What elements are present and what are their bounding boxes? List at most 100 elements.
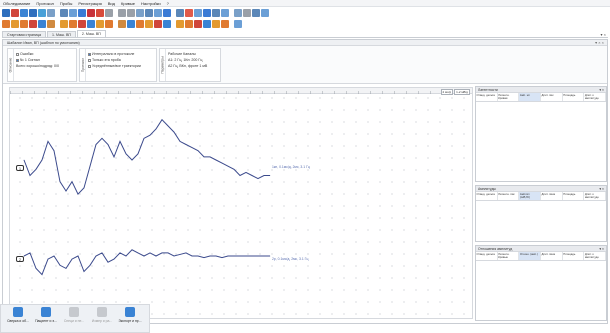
curve-tool-icon[interactable] (194, 20, 202, 28)
toolbar-tool-icon[interactable] (163, 9, 171, 17)
curve-tool-icon[interactable] (69, 20, 77, 28)
curve-tool-icon[interactable] (105, 20, 113, 28)
nav-button[interactable]: Специ и пе... (61, 307, 87, 331)
toolbar-tool-icon[interactable] (194, 9, 202, 17)
toolbar-tool-icon[interactable] (127, 9, 135, 17)
curve-tool-icon[interactable] (118, 20, 126, 28)
window-controls[interactable]: ▾ × × (595, 40, 604, 45)
column-header[interactable]: Длит. пика (541, 192, 563, 200)
column-header[interactable]: Площадь (563, 252, 585, 260)
menu-item[interactable]: Настройки (141, 1, 161, 6)
column-header[interactable]: Амп. нп (519, 93, 542, 101)
curve-tool-icon[interactable] (176, 20, 184, 28)
column-header[interactable]: Длит. пик (541, 93, 563, 101)
panel-controls[interactable]: ▾ × (599, 88, 604, 92)
integral-checkbox[interactable]: Интегрально в протоколе (88, 52, 134, 56)
menu-item[interactable]: Обследование (3, 1, 30, 6)
this-probe-checkbox[interactable]: Только эта проба (88, 58, 121, 62)
column-header[interactable]: Длит. пика (541, 252, 563, 260)
column-header[interactable]: Латентн. Кривая (498, 93, 520, 101)
column-header[interactable]: Площадь (563, 192, 585, 200)
nav-button[interactable]: Измер и ра... (89, 307, 115, 331)
document-tab[interactable]: Стартовая страница (2, 31, 47, 37)
nav-button[interactable]: Пациент и э... (33, 307, 59, 331)
toolbar-tool-icon[interactable] (234, 9, 242, 17)
toolbar-tool-icon[interactable] (212, 9, 220, 17)
menu-item[interactable]: Протокол (36, 1, 54, 6)
toolbar-tool-icon[interactable] (185, 9, 193, 17)
toolbar-tool-icon[interactable] (154, 9, 162, 17)
column-header[interactable]: Амплит. (пкB,Ю) (519, 192, 542, 200)
nav-button[interactable]: Сверка и об... (5, 307, 31, 331)
toolbar-tool-icon[interactable] (78, 9, 86, 17)
trace-2-line[interactable] (23, 249, 270, 276)
document-tab[interactable]: 2. Маш. ВП (76, 30, 106, 37)
curve-tool-icon[interactable] (60, 20, 68, 28)
toolbar-tool-icon[interactable] (203, 9, 211, 17)
toolbar-tool-icon[interactable] (2, 9, 10, 17)
toolbar-tool-icon[interactable] (176, 9, 184, 17)
toolbar-tool-icon[interactable] (118, 9, 126, 17)
toolbar-tool-icon[interactable] (261, 9, 269, 17)
column-header[interactable]: Длит. к амплитуде (584, 93, 607, 101)
toolbar-tool-icon[interactable] (38, 9, 46, 17)
curve-tool-icon[interactable] (2, 20, 10, 28)
menu-item[interactable]: Регистрация (78, 1, 101, 6)
curve-tool-icon[interactable] (96, 20, 104, 28)
curve-tool-icon[interactable] (136, 20, 144, 28)
toolbar-tool-icon[interactable] (252, 9, 260, 17)
column-header[interactable]: Длит. к амплитуде (584, 192, 607, 200)
toolbar-tool-icon[interactable] (221, 9, 229, 17)
trace-1-line[interactable] (23, 118, 270, 195)
column-header[interactable]: Отнош. (амп.) (519, 252, 542, 260)
panel-controls[interactable]: ▾ × (599, 187, 604, 191)
menu-item[interactable]: Пробы (60, 1, 73, 6)
column-header[interactable]: Латентн. Кривые (498, 252, 520, 260)
curve-tool-icon[interactable] (212, 20, 220, 28)
curve-tool-icon[interactable] (221, 20, 229, 28)
toolbar-tool-icon[interactable] (60, 9, 68, 17)
evoked-potential-chart[interactable]: 2 мс/д 1-2 мВ/д 1кп, 0.1мс/д, 2мс, 3.1 Г… (9, 87, 473, 319)
toolbar-tool-icon[interactable] (69, 9, 77, 17)
toolbar-tool-icon[interactable] (47, 9, 55, 17)
menu-item[interactable]: Кривые (121, 1, 135, 6)
curve-tool-icon[interactable] (11, 20, 19, 28)
column-header[interactable]: Отвед. дельта (476, 93, 498, 101)
tabs-controls[interactable]: ▾ × (601, 32, 606, 37)
nav-button[interactable]: Экспорт и пр... (117, 307, 143, 331)
column-header[interactable]: Длит. к амплитуде (584, 252, 607, 260)
toolbar-tool-icon[interactable] (20, 9, 28, 17)
toolbar-tool-icon[interactable] (145, 9, 153, 17)
document-tab[interactable]: 1. Маш. ВП (47, 31, 76, 37)
toolbar-tool-icon[interactable] (29, 9, 37, 17)
menu-item[interactable]: ? (167, 1, 169, 6)
averaged-checkbox[interactable]: Усреднённые/все траектории (88, 64, 141, 68)
curve-tool-icon[interactable] (20, 20, 28, 28)
channel-2-marker[interactable]: 2 (16, 256, 24, 262)
column-header[interactable]: Отвед. дельта (476, 252, 498, 260)
curve-tool-icon[interactable] (203, 20, 211, 28)
menu-item[interactable]: Вид (108, 1, 115, 6)
channel-a2-settings[interactable]: А2 Гц, ВКп, фронт 1 мВ (168, 64, 207, 68)
curve-tool-icon[interactable] (145, 20, 153, 28)
column-header[interactable]: Латентн. пик (498, 192, 520, 200)
column-header[interactable]: Отвед. дельта (476, 192, 498, 200)
curve-tool-icon[interactable] (78, 20, 86, 28)
toolbar-tool-icon[interactable] (243, 9, 251, 17)
curve-tool-icon[interactable] (234, 20, 242, 28)
toolbar-tool-icon[interactable] (105, 9, 113, 17)
toolbar-tool-icon[interactable] (96, 9, 104, 17)
curve-tool-icon[interactable] (127, 20, 135, 28)
panel-controls[interactable]: ▾ × (599, 247, 604, 251)
toolbar-tool-icon[interactable] (11, 9, 19, 17)
curve-tool-icon[interactable] (154, 20, 162, 28)
channel-a1-settings[interactable]: А1: 2 Гц, 1Кп: 200 Гц (168, 58, 202, 62)
signal-field[interactable]: № 1 Сигнал (16, 58, 40, 62)
curve-tool-icon[interactable] (163, 20, 171, 28)
channel-1-marker[interactable]: 1 (16, 165, 24, 171)
curve-tool-icon[interactable] (47, 20, 55, 28)
toolbar-tool-icon[interactable] (87, 9, 95, 17)
curve-tool-icon[interactable] (38, 20, 46, 28)
errors-checkbox[interactable]: Ошибки (16, 52, 33, 56)
curve-tool-icon[interactable] (185, 20, 193, 28)
